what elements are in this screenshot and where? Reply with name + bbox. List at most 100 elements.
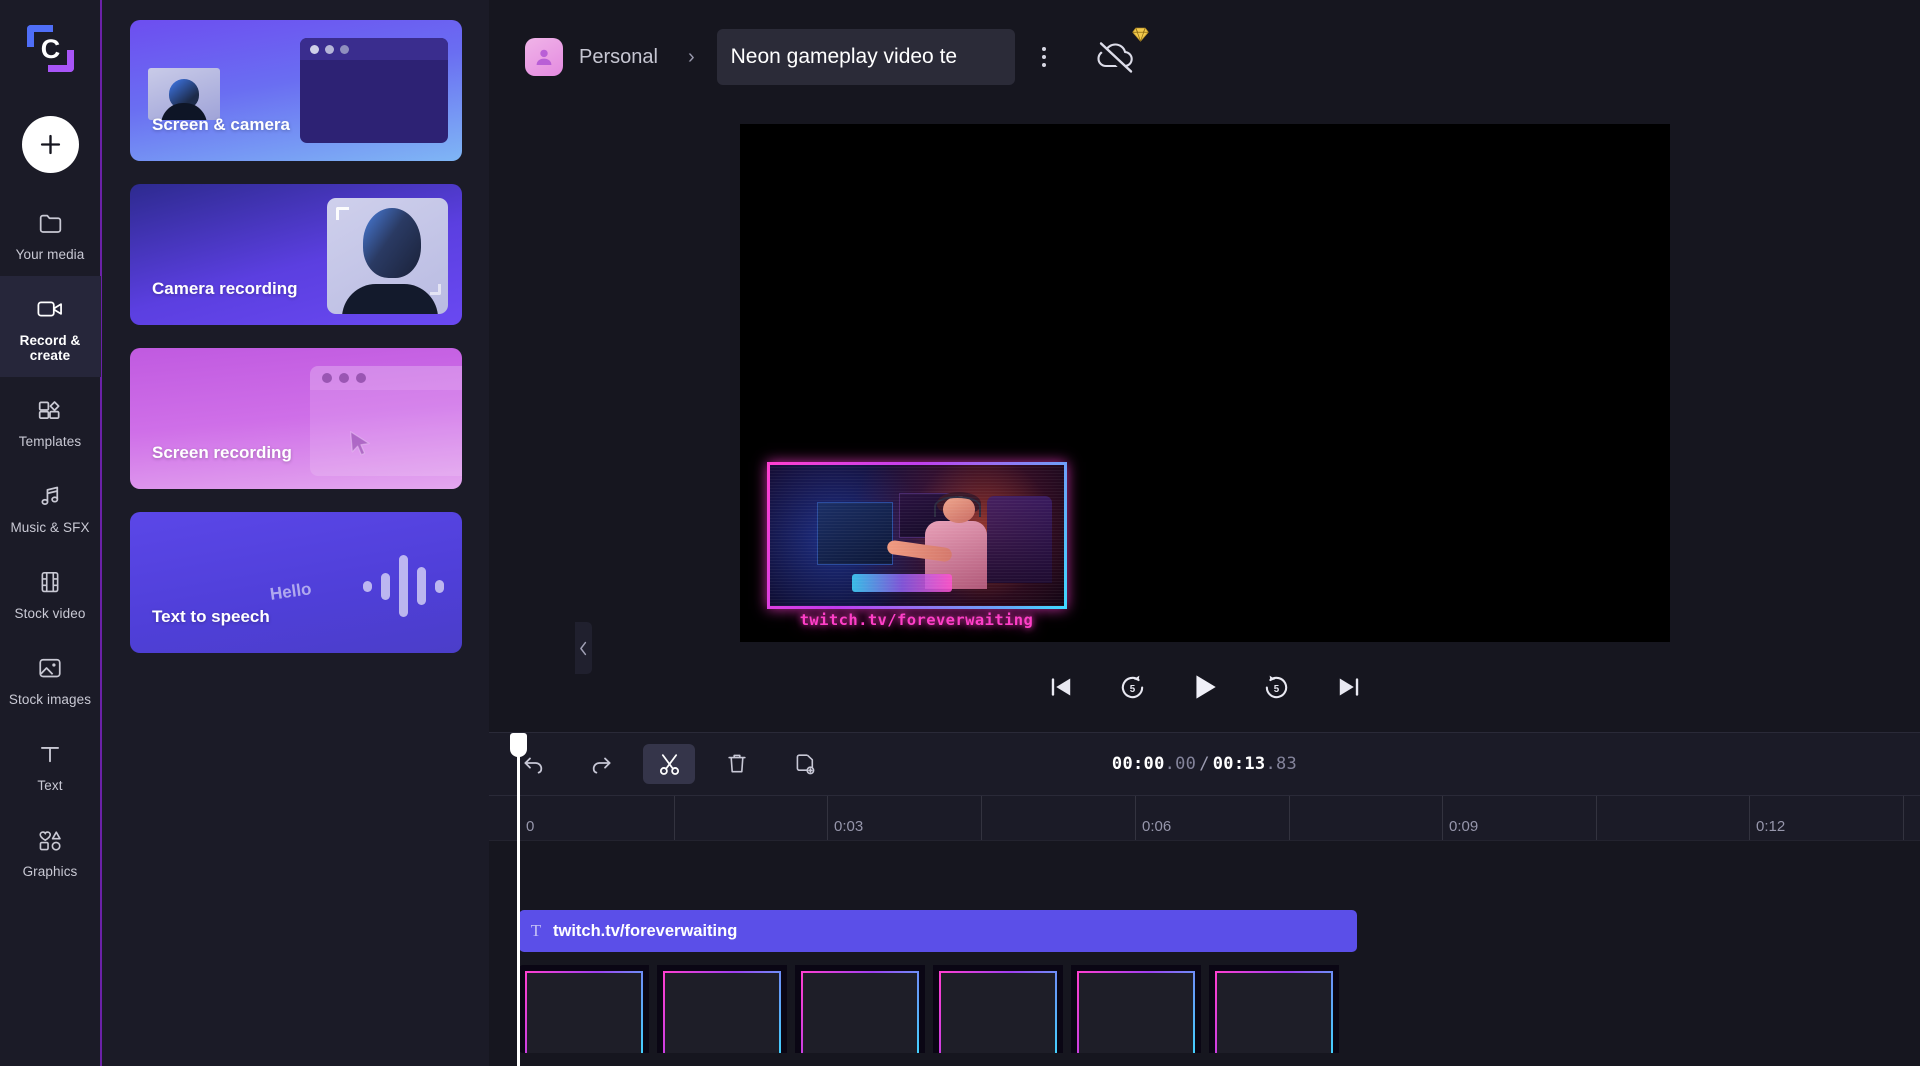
add-media-button[interactable]: [21, 115, 79, 173]
redo-button[interactable]: [575, 744, 627, 784]
ruler-tick-label: 0:09: [1449, 818, 1479, 835]
workspace-avatar[interactable]: [525, 38, 563, 76]
video-thumbnail: [1071, 965, 1201, 1053]
video-camera-icon: [35, 294, 65, 324]
cloud-offline-icon: [1095, 42, 1133, 76]
music-note-icon: [35, 481, 65, 511]
person-avatar-icon: [536, 49, 552, 65]
sidebar-item-label: Templates: [18, 434, 82, 449]
skip-to-start-button[interactable]: [1044, 670, 1078, 704]
templates-grid-icon: [35, 395, 65, 425]
sidebar-item-label: Stock images: [8, 692, 92, 707]
redo-arrow-icon: [592, 757, 611, 774]
sidebar-item-label: Graphics: [22, 864, 78, 879]
main-editor-area: Personal › Neon gameplay video te twitch…: [489, 0, 1920, 1066]
current-time-main: 00:00: [1111, 754, 1165, 774]
ruler-tick-label: 0:12: [1756, 818, 1786, 835]
timecode-separator: /: [1199, 754, 1210, 774]
diamond-gem-icon: [1132, 27, 1149, 42]
timeline-toolbar: 00:00.00/00:13.83: [489, 733, 1920, 795]
sidebar-item-record-and-create[interactable]: Record & create: [0, 276, 101, 377]
trash-icon: [728, 754, 746, 773]
undo-arrow-icon: [523, 757, 542, 774]
text-t-icon: T: [530, 921, 542, 940]
total-time-frac: .83: [1265, 754, 1298, 774]
play-button[interactable]: [1188, 670, 1222, 704]
play-icon: [1195, 675, 1216, 699]
chevron-left-icon: [580, 641, 587, 655]
timeline-text-clip[interactable]: T twitch.tv/foreverwaiting: [519, 910, 1357, 952]
clip-label: twitch.tv/foreverwaiting: [553, 921, 738, 940]
timeline-ruler[interactable]: 0 0:03 0:06 0:09 0:12 0:15 0:18: [489, 795, 1920, 841]
sidebar-item-your-media[interactable]: Your media: [0, 190, 101, 276]
more-options-button[interactable]: [1025, 38, 1063, 76]
card-label: Text to speech: [152, 607, 270, 626]
timeline-playhead[interactable]: [510, 733, 527, 1066]
scissors-icon: [659, 753, 679, 775]
video-thumbnail: [519, 965, 649, 1053]
card-text-to-speech[interactable]: Hello Text to speech: [130, 512, 462, 653]
svg-text:5: 5: [1274, 683, 1280, 694]
add-media-button-wrap: [0, 98, 101, 190]
playhead-handle[interactable]: [510, 733, 527, 757]
card-label: Screen recording: [152, 443, 292, 462]
sidebar-item-label: Record & create: [19, 333, 81, 363]
rewind-5-button[interactable]: 5: [1116, 670, 1150, 704]
card-label: Camera recording: [152, 279, 298, 298]
overlay-url-text: twitch.tv/foreverwaiting: [799, 611, 1034, 629]
video-preview-canvas[interactable]: twitch.tv/foreverwaiting: [739, 124, 1670, 642]
skip-end-icon: [1339, 678, 1358, 696]
video-preview-zone: twitch.tv/foreverwaiting 5 5: [489, 114, 1920, 732]
project-title-value: Neon gameplay video te: [730, 45, 958, 68]
timeline-tracks[interactable]: T twitch.tv/foreverwaiting: [489, 841, 1920, 1066]
graphics-shapes-icon: [35, 825, 65, 855]
record-option-cards: Screen & camera Camera recording Screen …: [102, 20, 489, 653]
sidebar-item-graphics[interactable]: Graphics: [0, 807, 101, 893]
audio-waveform-icon: [363, 550, 444, 622]
delete-button[interactable]: [711, 744, 763, 784]
neon-video-frame: [766, 462, 1067, 609]
timecode-display: 00:00.00/00:13.83: [1112, 754, 1297, 774]
sidebar-item-label: Text: [37, 778, 63, 793]
image-icon: [35, 653, 65, 683]
card-label: Screen & camera: [152, 115, 290, 134]
folder-icon: [35, 208, 65, 238]
sidebar-item-text[interactable]: Text: [0, 721, 101, 807]
rewind-5-icon: 5: [1121, 675, 1144, 698]
sync-status-button[interactable]: [1092, 27, 1149, 76]
rail-items-list: Your media Record & create Templates Mus…: [0, 190, 101, 1066]
timeline-section: 00:00.00/00:13.83 0 0:03 0:06 0:09 0:12: [489, 732, 1920, 1066]
current-time-frac: .00: [1164, 754, 1197, 774]
skip-to-end-button[interactable]: [1332, 670, 1366, 704]
svg-text:5: 5: [1130, 683, 1136, 694]
breadcrumb-separator: ›: [687, 45, 695, 68]
sidebar-item-templates[interactable]: Templates: [0, 377, 101, 463]
duplicate-icon: [796, 754, 815, 775]
sidebar-item-music-and-sfx[interactable]: Music & SFX: [0, 463, 101, 549]
gameplay-photo: [769, 465, 1064, 606]
video-thumbnail: [933, 965, 1063, 1053]
sidebar-item-label: Music & SFX: [10, 520, 90, 535]
forward-5-button[interactable]: 5: [1260, 670, 1294, 704]
timeline-video-clip[interactable]: [519, 965, 1357, 1053]
workspace-name[interactable]: Personal: [579, 46, 658, 69]
plus-icon: [40, 134, 60, 154]
sidebar-item-stock-images[interactable]: Stock images: [0, 635, 101, 721]
duplicate-button[interactable]: [779, 744, 831, 784]
ruler-tick-label: 0: [526, 818, 535, 835]
card-screen-and-camera[interactable]: Screen & camera: [130, 20, 462, 161]
video-thumbnail: [1209, 965, 1339, 1053]
card-screen-recording[interactable]: Screen recording: [130, 348, 462, 489]
card-camera-recording[interactable]: Camera recording: [130, 184, 462, 325]
playback-transport-controls: 5 5: [489, 642, 1920, 732]
sidebar-item-stock-video[interactable]: Stock video: [0, 549, 101, 635]
panel-collapse-handle[interactable]: [575, 622, 592, 674]
project-title-input[interactable]: Neon gameplay video te: [716, 29, 1015, 85]
record-and-create-panel: Screen & camera Camera recording Screen …: [102, 0, 489, 1066]
ruler-tick-label: 0:03: [834, 818, 864, 835]
app-logo[interactable]: C: [0, 0, 101, 98]
hello-sample-text: Hello: [269, 579, 314, 604]
neon-overlay-group: twitch.tv/foreverwaiting: [766, 462, 1067, 630]
clipchamp-editor: C Your media Record & create Templates M…: [0, 0, 1920, 1066]
split-button[interactable]: [643, 744, 695, 784]
